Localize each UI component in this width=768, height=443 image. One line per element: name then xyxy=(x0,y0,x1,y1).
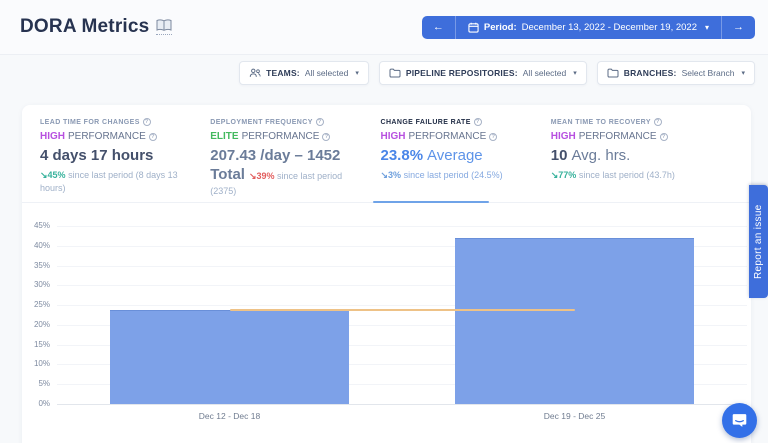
performance-word: PERFORMANCE xyxy=(68,131,146,142)
page-title: DORA Metrics xyxy=(20,16,149,38)
metric-label: DEPLOYMENT FREQUENCY xyxy=(210,119,313,126)
x-axis-label: Dec 12 - Dec 18 xyxy=(160,411,300,421)
chevron-down-icon: ▾ xyxy=(705,23,709,32)
tab-change-failure-rate[interactable]: CHANGE FAILURE RATE ? HIGH PERFORMANCE ?… xyxy=(381,118,551,202)
bar-Dec 12 - Dec 18 xyxy=(110,310,350,404)
y-axis-tick-label: 0% xyxy=(22,399,50,408)
filter-value: All selected xyxy=(523,68,566,78)
metric-value: 10 xyxy=(551,147,568,164)
period-value: December 13, 2022 - December 19, 2022 xyxy=(522,22,697,33)
change-percent: ↘45% xyxy=(40,170,66,180)
change-percent: ↘77% xyxy=(551,170,577,180)
folder-icon xyxy=(389,68,401,78)
performance-level: HIGH xyxy=(40,131,65,142)
metric-tabs: LEAD TIME FOR CHANGES ? HIGH PERFORMANCE… xyxy=(22,105,751,203)
metric-label: CHANGE FAILURE RATE xyxy=(381,119,471,126)
change-text: since last period (24.5%) xyxy=(404,170,503,180)
next-period-button[interactable]: → xyxy=(722,16,755,39)
y-axis-tick-label: 5% xyxy=(22,379,50,388)
book-icon xyxy=(156,19,172,35)
performance-level: HIGH xyxy=(551,131,576,142)
period-selector: ← Period: December 13, 2022 - December 1… xyxy=(422,16,755,39)
filter-label: TEAMS: xyxy=(266,68,300,78)
performance-level: ELITE xyxy=(210,131,238,142)
y-axis-tick-label: 25% xyxy=(22,300,50,309)
info-icon[interactable]: ? xyxy=(489,133,497,141)
filter-label: BRANCHES: xyxy=(624,68,677,78)
y-axis-tick-label: 40% xyxy=(22,241,50,250)
pipeline-repositories-filter[interactable]: PIPELINE REPOSITORIES: All selected ▾ xyxy=(379,61,587,85)
metrics-panel: LEAD TIME FOR CHANGES ? HIGH PERFORMANCE… xyxy=(22,105,751,443)
metric-change: ↘45% since last period (8 days 13 hours) xyxy=(40,169,198,196)
change-failure-rate-chart: 0% 5% 10% 15% 20% 25% 30% 35% 40% 45% Dec 12 - Dec… xyxy=(22,211,751,441)
chat-launcher-button[interactable] xyxy=(722,403,757,438)
x-axis-label: Dec 19 - Dec 25 xyxy=(505,411,645,421)
metric-value-unit: Avg. hrs. xyxy=(571,147,630,164)
change-percent: ↘39% xyxy=(249,171,275,181)
gridline xyxy=(57,226,747,227)
chart-plot-area xyxy=(57,226,747,404)
prev-period-button[interactable]: ← xyxy=(422,16,455,39)
caret-down-icon: ▾ xyxy=(573,69,577,77)
metric-value: 4 days 17 hours xyxy=(40,147,153,164)
gridline xyxy=(57,404,747,405)
metric-value: 23.8% xyxy=(381,147,424,164)
change-text: since last period (43.7h) xyxy=(579,170,675,180)
metric-change: ↘3% since last period (24.5%) xyxy=(381,169,539,183)
change-percent: ↘3% xyxy=(381,170,402,180)
info-icon[interactable]: ? xyxy=(660,133,668,141)
y-axis-tick-label: 15% xyxy=(22,340,50,349)
filter-bar: TEAMS: All selected ▾ PIPELINE REPOSITOR… xyxy=(239,61,755,85)
period-label: Period: xyxy=(484,22,517,33)
performance-word: PERFORMANCE xyxy=(579,131,657,142)
filter-value: Select Branch xyxy=(682,68,735,78)
report-issue-button[interactable]: Report an issue xyxy=(749,185,768,298)
metric-change: ↘77% since last period (43.7h) xyxy=(551,169,709,183)
metric-value-unit: Average xyxy=(427,147,483,164)
info-icon[interactable]: ? xyxy=(149,133,157,141)
info-icon[interactable]: ? xyxy=(316,118,324,126)
branches-filter[interactable]: BRANCHES: Select Branch ▾ xyxy=(597,61,755,85)
average-line xyxy=(230,309,575,311)
caret-down-icon: ▾ xyxy=(741,69,745,77)
y-axis-tick-label: 45% xyxy=(22,221,50,230)
performance-word: PERFORMANCE xyxy=(409,131,487,142)
metric-label: MEAN TIME TO RECOVERY xyxy=(551,119,651,126)
messenger-icon xyxy=(731,412,748,429)
performance-level: HIGH xyxy=(381,131,406,142)
app-header: DORA Metrics ← Period: December 13, 2022… xyxy=(0,0,768,55)
y-axis-tick-label: 35% xyxy=(22,261,50,270)
calendar-icon xyxy=(468,22,479,33)
y-axis-tick-label: 10% xyxy=(22,359,50,368)
y-axis-tick-label: 20% xyxy=(22,320,50,329)
filter-value: All selected xyxy=(305,68,348,78)
metric-label: LEAD TIME FOR CHANGES xyxy=(40,119,140,126)
tab-mean-time-to-recovery[interactable]: MEAN TIME TO RECOVERY ? HIGH PERFORMANCE… xyxy=(551,118,721,202)
y-axis-tick-label: 30% xyxy=(22,280,50,289)
team-icon xyxy=(249,68,261,78)
caret-down-icon: ▾ xyxy=(355,69,359,77)
bar-Dec 19 - Dec 25 xyxy=(455,238,695,404)
teams-filter[interactable]: TEAMS: All selected ▾ xyxy=(239,61,369,85)
period-dropdown[interactable]: Period: December 13, 2022 - December 19,… xyxy=(456,22,721,33)
folder-icon xyxy=(607,68,619,78)
info-icon[interactable]: ? xyxy=(143,118,151,126)
tab-deployment-frequency[interactable]: DEPLOYMENT FREQUENCY ? ELITE PERFORMANCE… xyxy=(210,118,380,202)
info-icon[interactable]: ? xyxy=(322,133,330,141)
info-icon[interactable]: ? xyxy=(654,118,662,126)
filter-label: PIPELINE REPOSITORIES: xyxy=(406,68,518,78)
performance-word: PERFORMANCE xyxy=(242,131,320,142)
tab-lead-time-for-changes[interactable]: LEAD TIME FOR CHANGES ? HIGH PERFORMANCE… xyxy=(40,118,210,202)
info-icon[interactable]: ? xyxy=(474,118,482,126)
